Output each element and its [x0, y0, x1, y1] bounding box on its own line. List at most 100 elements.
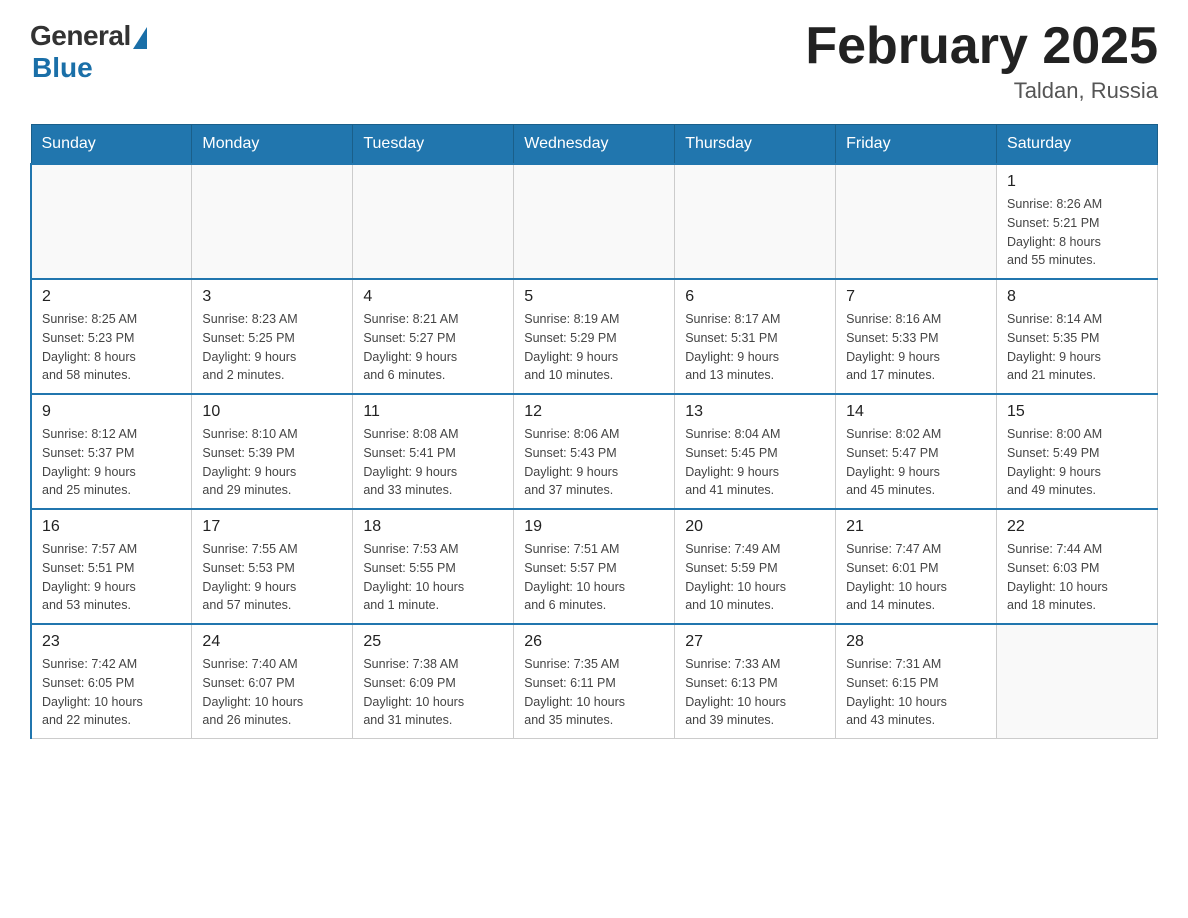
calendar-week-row: 1 Sunrise: 8:26 AM Sunset: 5:21 PM Daylig…	[31, 164, 1158, 279]
day-info: Sunrise: 7:51 AM Sunset: 5:57 PM Dayligh…	[524, 540, 664, 615]
day-number: 16	[42, 518, 181, 536]
calendar-day-cell	[836, 164, 997, 279]
day-number: 19	[524, 518, 664, 536]
day-number: 13	[685, 403, 825, 421]
calendar-week-row: 9 Sunrise: 8:12 AM Sunset: 5:37 PM Daylig…	[31, 394, 1158, 509]
day-info: Sunrise: 8:23 AM Sunset: 5:25 PM Dayligh…	[202, 310, 342, 385]
day-number: 12	[524, 403, 664, 421]
day-info: Sunrise: 7:42 AM Sunset: 6:05 PM Dayligh…	[42, 655, 181, 730]
location-text: Taldan, Russia	[805, 78, 1158, 104]
weekday-header-row: SundayMondayTuesdayWednesdayThursdayFrid…	[31, 125, 1158, 165]
calendar-day-cell: 21 Sunrise: 7:47 AM Sunset: 6:01 PM Dayli…	[836, 509, 997, 624]
day-info: Sunrise: 7:53 AM Sunset: 5:55 PM Dayligh…	[363, 540, 503, 615]
calendar-day-cell	[514, 164, 675, 279]
day-number: 27	[685, 633, 825, 651]
day-info: Sunrise: 7:31 AM Sunset: 6:15 PM Dayligh…	[846, 655, 986, 730]
calendar-day-cell: 20 Sunrise: 7:49 AM Sunset: 5:59 PM Dayli…	[675, 509, 836, 624]
weekday-header-sunday: Sunday	[31, 125, 192, 165]
day-info: Sunrise: 8:12 AM Sunset: 5:37 PM Dayligh…	[42, 425, 181, 500]
day-info: Sunrise: 8:14 AM Sunset: 5:35 PM Dayligh…	[1007, 310, 1147, 385]
day-number: 2	[42, 288, 181, 306]
day-number: 6	[685, 288, 825, 306]
calendar-day-cell: 17 Sunrise: 7:55 AM Sunset: 5:53 PM Dayli…	[192, 509, 353, 624]
day-number: 20	[685, 518, 825, 536]
day-number: 25	[363, 633, 503, 651]
day-info: Sunrise: 8:04 AM Sunset: 5:45 PM Dayligh…	[685, 425, 825, 500]
logo-general-text: General	[30, 20, 131, 52]
day-number: 9	[42, 403, 181, 421]
day-number: 8	[1007, 288, 1147, 306]
day-info: Sunrise: 7:49 AM Sunset: 5:59 PM Dayligh…	[685, 540, 825, 615]
day-number: 1	[1007, 173, 1147, 191]
day-info: Sunrise: 7:57 AM Sunset: 5:51 PM Dayligh…	[42, 540, 181, 615]
calendar-day-cell: 7 Sunrise: 8:16 AM Sunset: 5:33 PM Daylig…	[836, 279, 997, 394]
page-header: General Blue February 2025 Taldan, Russi…	[30, 20, 1158, 104]
day-info: Sunrise: 7:38 AM Sunset: 6:09 PM Dayligh…	[363, 655, 503, 730]
day-info: Sunrise: 8:10 AM Sunset: 5:39 PM Dayligh…	[202, 425, 342, 500]
calendar-day-cell: 16 Sunrise: 7:57 AM Sunset: 5:51 PM Dayli…	[31, 509, 192, 624]
day-info: Sunrise: 8:08 AM Sunset: 5:41 PM Dayligh…	[363, 425, 503, 500]
day-number: 28	[846, 633, 986, 651]
day-info: Sunrise: 7:33 AM Sunset: 6:13 PM Dayligh…	[685, 655, 825, 730]
day-number: 10	[202, 403, 342, 421]
calendar-day-cell: 2 Sunrise: 8:25 AM Sunset: 5:23 PM Daylig…	[31, 279, 192, 394]
logo-blue-text: Blue	[32, 52, 93, 84]
day-number: 26	[524, 633, 664, 651]
weekday-header-friday: Friday	[836, 125, 997, 165]
calendar-day-cell	[31, 164, 192, 279]
day-number: 24	[202, 633, 342, 651]
calendar-day-cell: 4 Sunrise: 8:21 AM Sunset: 5:27 PM Daylig…	[353, 279, 514, 394]
day-number: 21	[846, 518, 986, 536]
day-info: Sunrise: 8:21 AM Sunset: 5:27 PM Dayligh…	[363, 310, 503, 385]
day-info: Sunrise: 8:02 AM Sunset: 5:47 PM Dayligh…	[846, 425, 986, 500]
day-info: Sunrise: 8:17 AM Sunset: 5:31 PM Dayligh…	[685, 310, 825, 385]
day-number: 11	[363, 403, 503, 421]
day-info: Sunrise: 8:26 AM Sunset: 5:21 PM Dayligh…	[1007, 195, 1147, 270]
day-info: Sunrise: 7:55 AM Sunset: 5:53 PM Dayligh…	[202, 540, 342, 615]
calendar-day-cell: 1 Sunrise: 8:26 AM Sunset: 5:21 PM Daylig…	[997, 164, 1158, 279]
calendar-day-cell	[353, 164, 514, 279]
calendar-day-cell: 15Sunrise: 8:00 AM Sunset: 5:49 PM Dayli…	[997, 394, 1158, 509]
calendar-day-cell: 12Sunrise: 8:06 AM Sunset: 5:43 PM Dayli…	[514, 394, 675, 509]
day-info: Sunrise: 7:35 AM Sunset: 6:11 PM Dayligh…	[524, 655, 664, 730]
calendar-day-cell: 28 Sunrise: 7:31 AM Sunset: 6:15 PM Dayli…	[836, 624, 997, 739]
calendar-day-cell: 9 Sunrise: 8:12 AM Sunset: 5:37 PM Daylig…	[31, 394, 192, 509]
calendar-day-cell: 27 Sunrise: 7:33 AM Sunset: 6:13 PM Dayli…	[675, 624, 836, 739]
day-number: 23	[42, 633, 181, 651]
calendar-day-cell: 26 Sunrise: 7:35 AM Sunset: 6:11 PM Dayli…	[514, 624, 675, 739]
day-info: Sunrise: 8:16 AM Sunset: 5:33 PM Dayligh…	[846, 310, 986, 385]
day-number: 5	[524, 288, 664, 306]
calendar-day-cell: 5 Sunrise: 8:19 AM Sunset: 5:29 PM Daylig…	[514, 279, 675, 394]
weekday-header-thursday: Thursday	[675, 125, 836, 165]
day-info: Sunrise: 8:19 AM Sunset: 5:29 PM Dayligh…	[524, 310, 664, 385]
calendar-day-cell: 25 Sunrise: 7:38 AM Sunset: 6:09 PM Dayli…	[353, 624, 514, 739]
weekday-header-tuesday: Tuesday	[353, 125, 514, 165]
day-info: Sunrise: 7:47 AM Sunset: 6:01 PM Dayligh…	[846, 540, 986, 615]
calendar-day-cell	[192, 164, 353, 279]
calendar-day-cell: 6 Sunrise: 8:17 AM Sunset: 5:31 PM Daylig…	[675, 279, 836, 394]
day-info: Sunrise: 7:44 AM Sunset: 6:03 PM Dayligh…	[1007, 540, 1147, 615]
calendar-week-row: 2 Sunrise: 8:25 AM Sunset: 5:23 PM Daylig…	[31, 279, 1158, 394]
logo: General Blue	[30, 20, 147, 84]
calendar-day-cell: 13 Sunrise: 8:04 AM Sunset: 5:45 PM Dayli…	[675, 394, 836, 509]
calendar-day-cell	[997, 624, 1158, 739]
calendar-table: SundayMondayTuesdayWednesdayThursdayFrid…	[30, 124, 1158, 739]
day-number: 22	[1007, 518, 1147, 536]
day-number: 3	[202, 288, 342, 306]
calendar-day-cell: 10 Sunrise: 8:10 AM Sunset: 5:39 PM Dayli…	[192, 394, 353, 509]
weekday-header-saturday: Saturday	[997, 125, 1158, 165]
day-number: 17	[202, 518, 342, 536]
month-title: February 2025	[805, 20, 1158, 72]
calendar-day-cell: 24Sunrise: 7:40 AM Sunset: 6:07 PM Dayli…	[192, 624, 353, 739]
day-info: Sunrise: 8:25 AM Sunset: 5:23 PM Dayligh…	[42, 310, 181, 385]
day-number: 14	[846, 403, 986, 421]
day-info: Sunrise: 8:00 AM Sunset: 5:49 PM Dayligh…	[1007, 425, 1147, 500]
calendar-week-row: 23 Sunrise: 7:42 AM Sunset: 6:05 PM Dayli…	[31, 624, 1158, 739]
calendar-day-cell: 18Sunrise: 7:53 AM Sunset: 5:55 PM Dayli…	[353, 509, 514, 624]
calendar-day-cell: 11 Sunrise: 8:08 AM Sunset: 5:41 PM Dayli…	[353, 394, 514, 509]
day-number: 4	[363, 288, 503, 306]
calendar-day-cell: 23 Sunrise: 7:42 AM Sunset: 6:05 PM Dayli…	[31, 624, 192, 739]
calendar-day-cell: 3 Sunrise: 8:23 AM Sunset: 5:25 PM Daylig…	[192, 279, 353, 394]
day-number: 7	[846, 288, 986, 306]
weekday-header-monday: Monday	[192, 125, 353, 165]
